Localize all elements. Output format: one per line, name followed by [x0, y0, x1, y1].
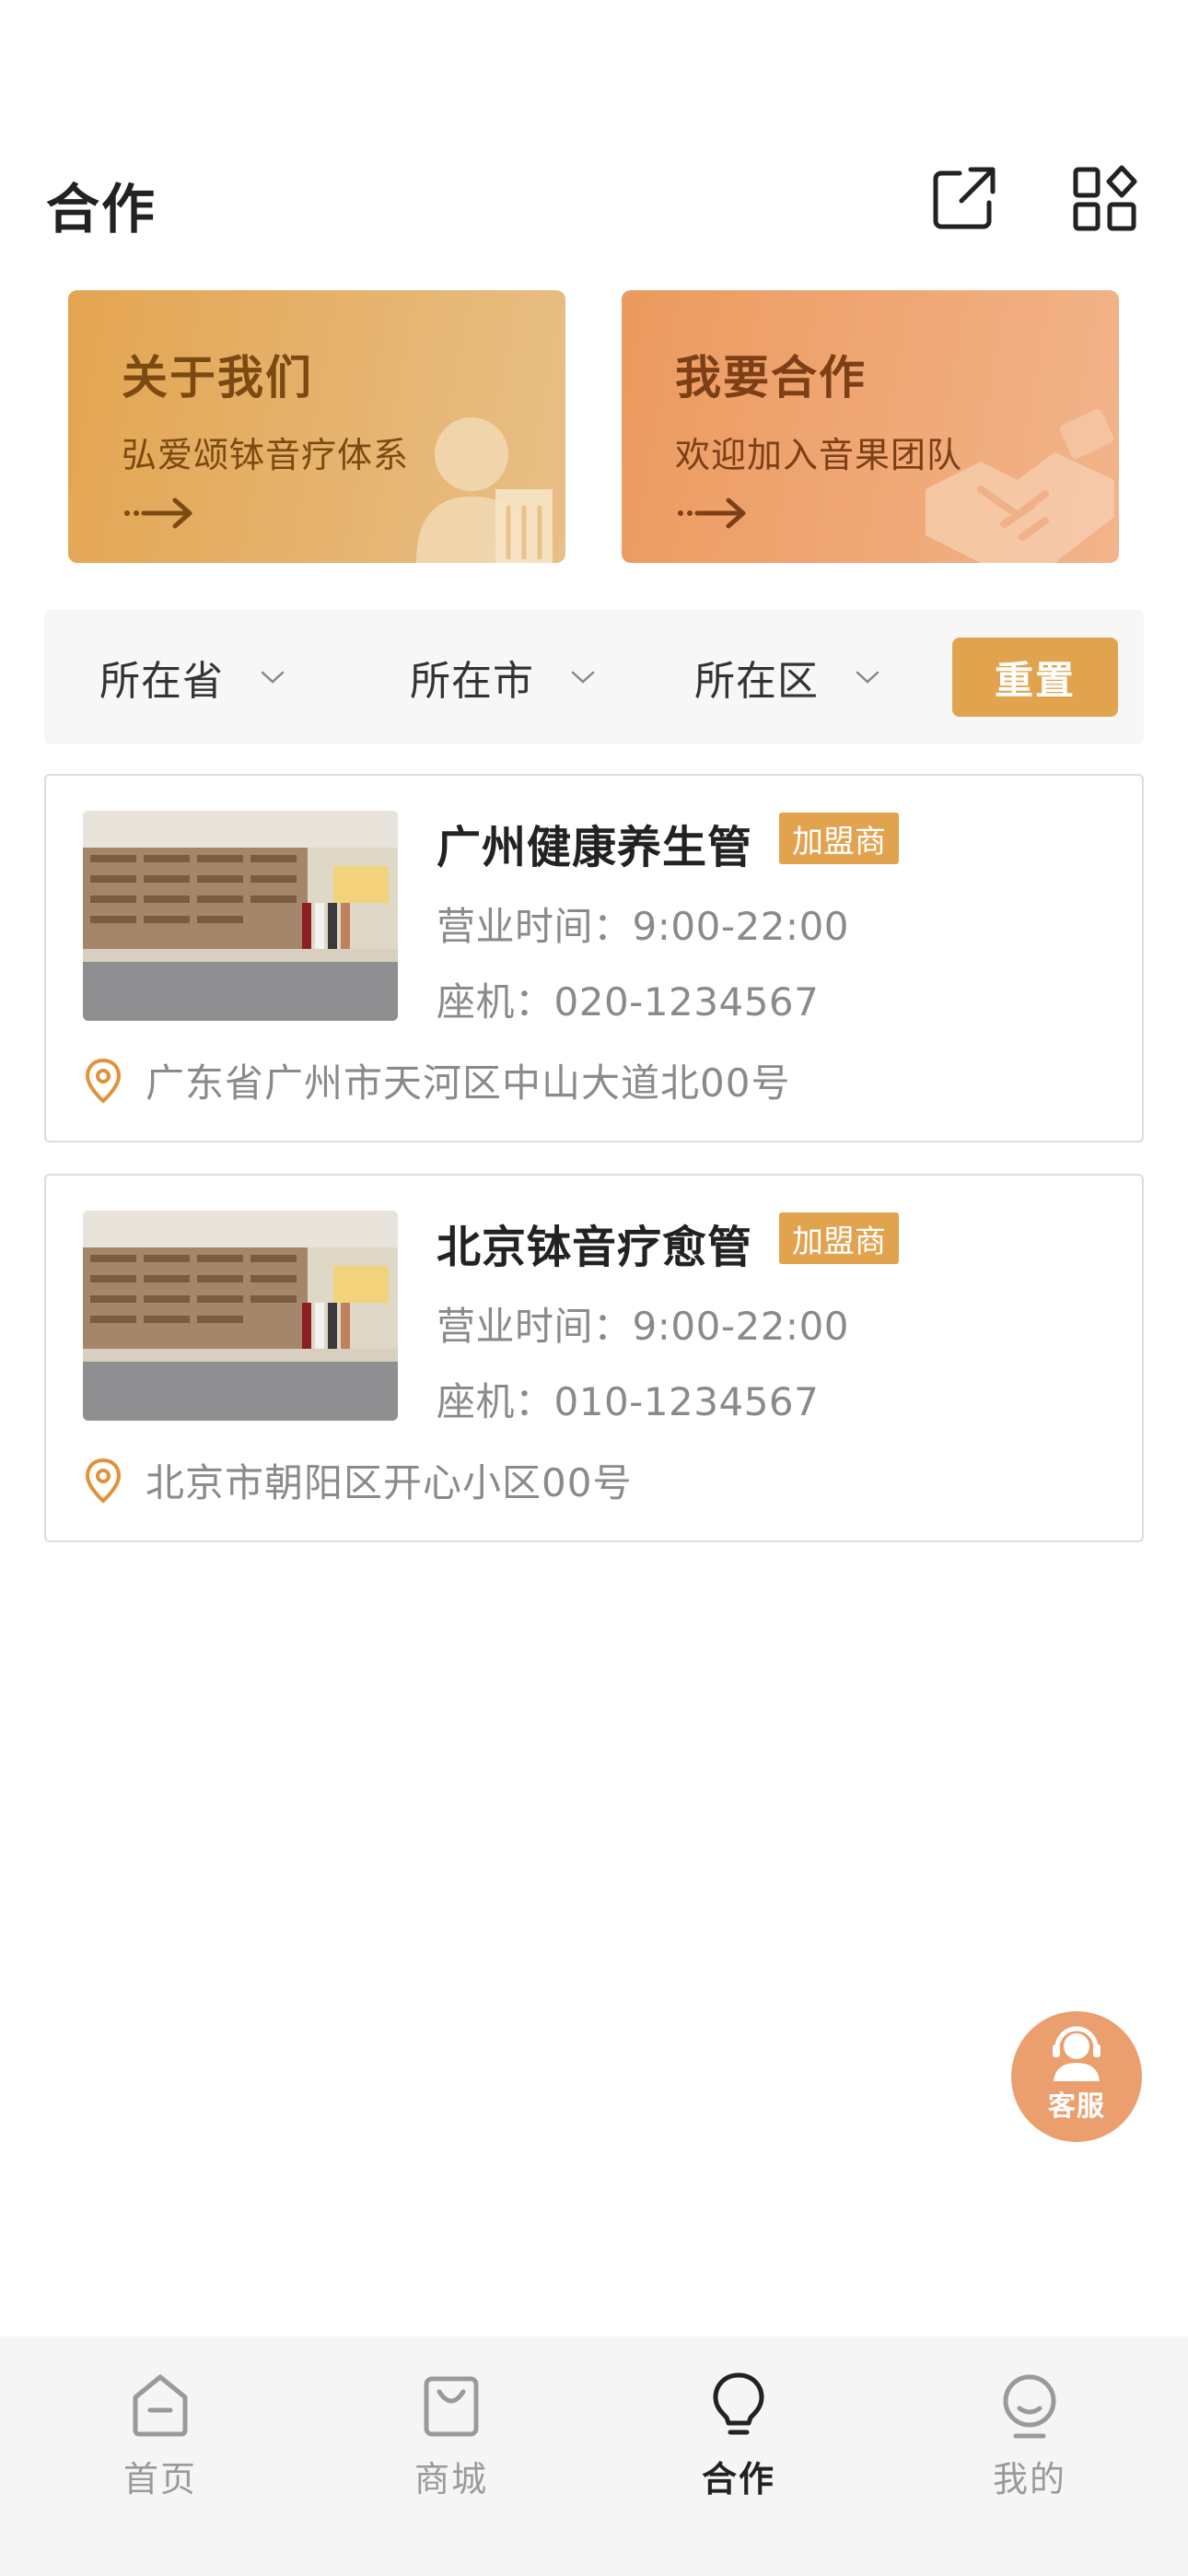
- tab-mine[interactable]: 我的: [938, 2370, 1122, 2501]
- store-photo: [83, 811, 398, 1021]
- profile-icon: [1003, 2374, 1056, 2439]
- banner-subtitle: 弘爱颂钵音疗体系: [122, 435, 410, 475]
- store-hours: 营业时间：9:00-22:00: [437, 904, 850, 949]
- page-title: 合作: [46, 178, 157, 240]
- tab-label: 首页: [122, 2459, 197, 2500]
- franchise-badge: 加盟商: [779, 1212, 899, 1264]
- store-phone: 座机：010-1234567: [437, 1379, 820, 1424]
- district-label: 所在区: [694, 658, 819, 705]
- arrow-right-icon: [124, 498, 192, 529]
- shopping-bag-icon: [424, 2376, 479, 2437]
- chevron-down-icon: [261, 671, 285, 684]
- arrow-right-icon: [678, 498, 746, 529]
- store-card[interactable]: 广州健康养生管 加盟商 营业时间：9:00-22:00 座机：020-12345…: [44, 774, 1144, 1142]
- bottom-tab-bar: 首页 商城 合作 我的: [0, 2336, 1188, 2576]
- store-name: 广州健康养生管: [437, 822, 753, 873]
- city-label: 所在市: [410, 658, 534, 705]
- chevron-down-icon: [856, 671, 879, 684]
- store-photo: [83, 1211, 398, 1421]
- reset-button[interactable]: 重置: [952, 638, 1118, 717]
- about-us-banner[interactable]: 关于我们 弘爱颂钵音疗体系: [68, 290, 565, 563]
- share-icon[interactable]: [930, 164, 998, 232]
- tab-cooperation[interactable]: 合作: [646, 2370, 831, 2501]
- customer-service-icon: [1053, 2026, 1101, 2081]
- store-phone: 座机：020-1234567: [437, 979, 820, 1025]
- home-icon: [133, 2374, 188, 2437]
- person-building-icon: [416, 417, 553, 563]
- service-label: 客服: [1048, 2090, 1105, 2123]
- store-address: 北京市朝阳区开心小区00号: [146, 1460, 633, 1505]
- tab-label: 商城: [413, 2459, 488, 2500]
- banner-title: 我要合作: [675, 351, 867, 404]
- header: 合作: [0, 157, 1188, 249]
- location-pin-icon: [85, 1458, 122, 1504]
- store-name: 北京钵音疗愈管: [437, 1222, 753, 1273]
- province-select[interactable]: 所在省: [99, 610, 285, 744]
- store-card[interactable]: 北京钵音疗愈管 加盟商 营业时间：9:00-22:00 座机：010-12345…: [44, 1174, 1144, 1542]
- location-pin-icon: [85, 1058, 122, 1104]
- store-hours: 营业时间：9:00-22:00: [437, 1304, 850, 1349]
- banner-title: 关于我们: [122, 351, 313, 404]
- cooperation-page: 合作 关于我们 弘爱颂钵音疗体系 我要合作 欢迎加入音果团队 所在省 所在市 所…: [0, 0, 1188, 2576]
- location-filter-bar: 所在省 所在市 所在区 重置: [44, 610, 1144, 744]
- franchise-badge: 加盟商: [779, 813, 899, 864]
- city-select[interactable]: 所在市: [410, 610, 595, 744]
- chevron-down-icon: [571, 671, 595, 684]
- tab-label: 我的: [992, 2459, 1066, 2500]
- cooperate-banner[interactable]: 我要合作 欢迎加入音果团队: [622, 290, 1119, 563]
- lightbulb-icon: [713, 2372, 764, 2435]
- banner-subtitle: 欢迎加入音果团队: [675, 435, 963, 475]
- province-label: 所在省: [99, 658, 224, 705]
- tab-mall[interactable]: 商城: [359, 2370, 543, 2501]
- customer-service-button[interactable]: 客服: [1011, 2011, 1142, 2142]
- district-select[interactable]: 所在区: [694, 610, 879, 744]
- tab-label: 合作: [701, 2459, 775, 2500]
- tab-home[interactable]: 首页: [68, 2370, 252, 2501]
- apps-icon[interactable]: [1071, 164, 1139, 232]
- store-address: 广东省广州市天河区中山大道北00号: [146, 1060, 791, 1106]
